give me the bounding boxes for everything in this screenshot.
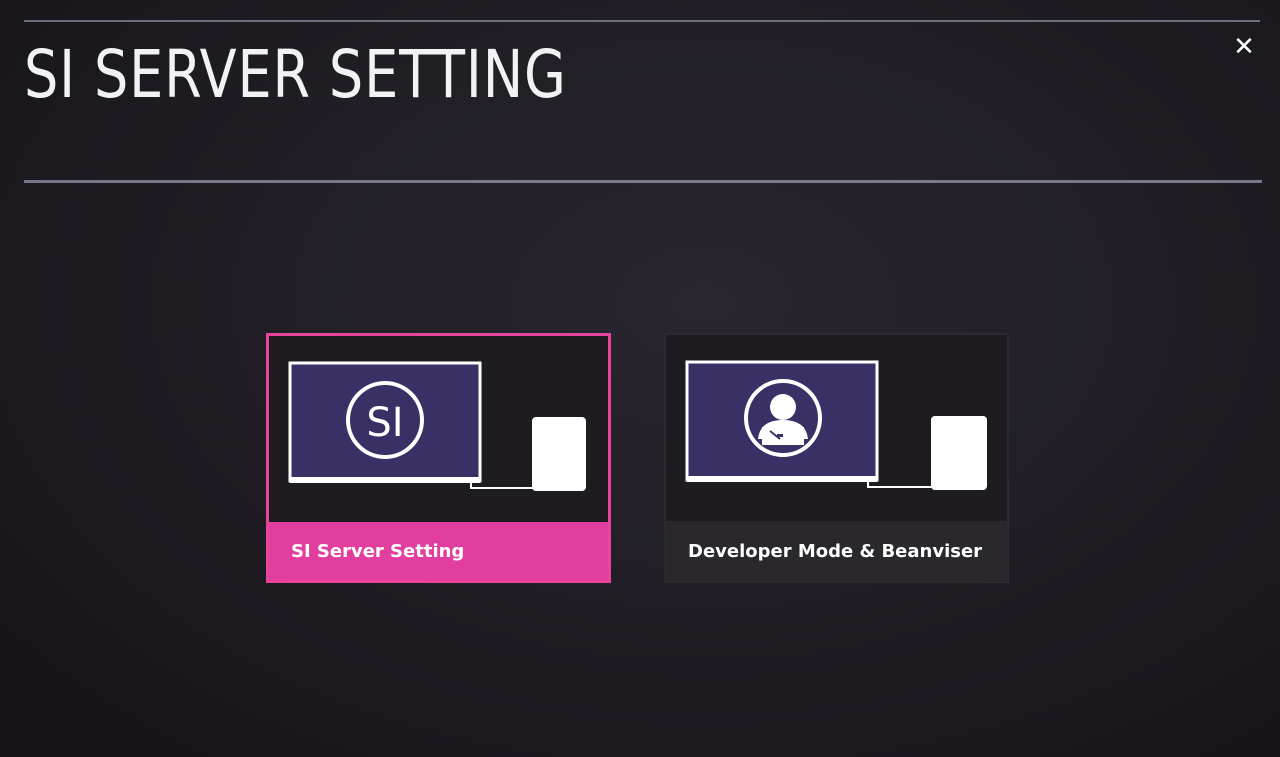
close-icon: ✕ (1233, 32, 1255, 62)
close-button[interactable]: ✕ (1228, 32, 1260, 62)
card-label: Developer Mode & Beanviser (666, 521, 1007, 581)
card-illustration: SI (269, 336, 608, 526)
page-title: SI SERVER SETTING (24, 36, 567, 113)
card-illustration (666, 335, 1007, 525)
developer-mode-card[interactable]: Developer Mode & Beanviser (664, 333, 1009, 583)
top-divider (24, 20, 1260, 22)
header-divider (24, 180, 1262, 183)
si-server-setting-card[interactable]: SI SI Server Setting (266, 333, 611, 583)
tv-settings-screen: SI SERVER SETTING ✕ SI SI Server Setting (0, 0, 1280, 757)
developer-monitor-icon (685, 360, 987, 490)
card-label: SI Server Setting (269, 522, 608, 580)
si-monitor-icon: SI (288, 361, 586, 491)
si-icon-text: SI (366, 400, 403, 446)
